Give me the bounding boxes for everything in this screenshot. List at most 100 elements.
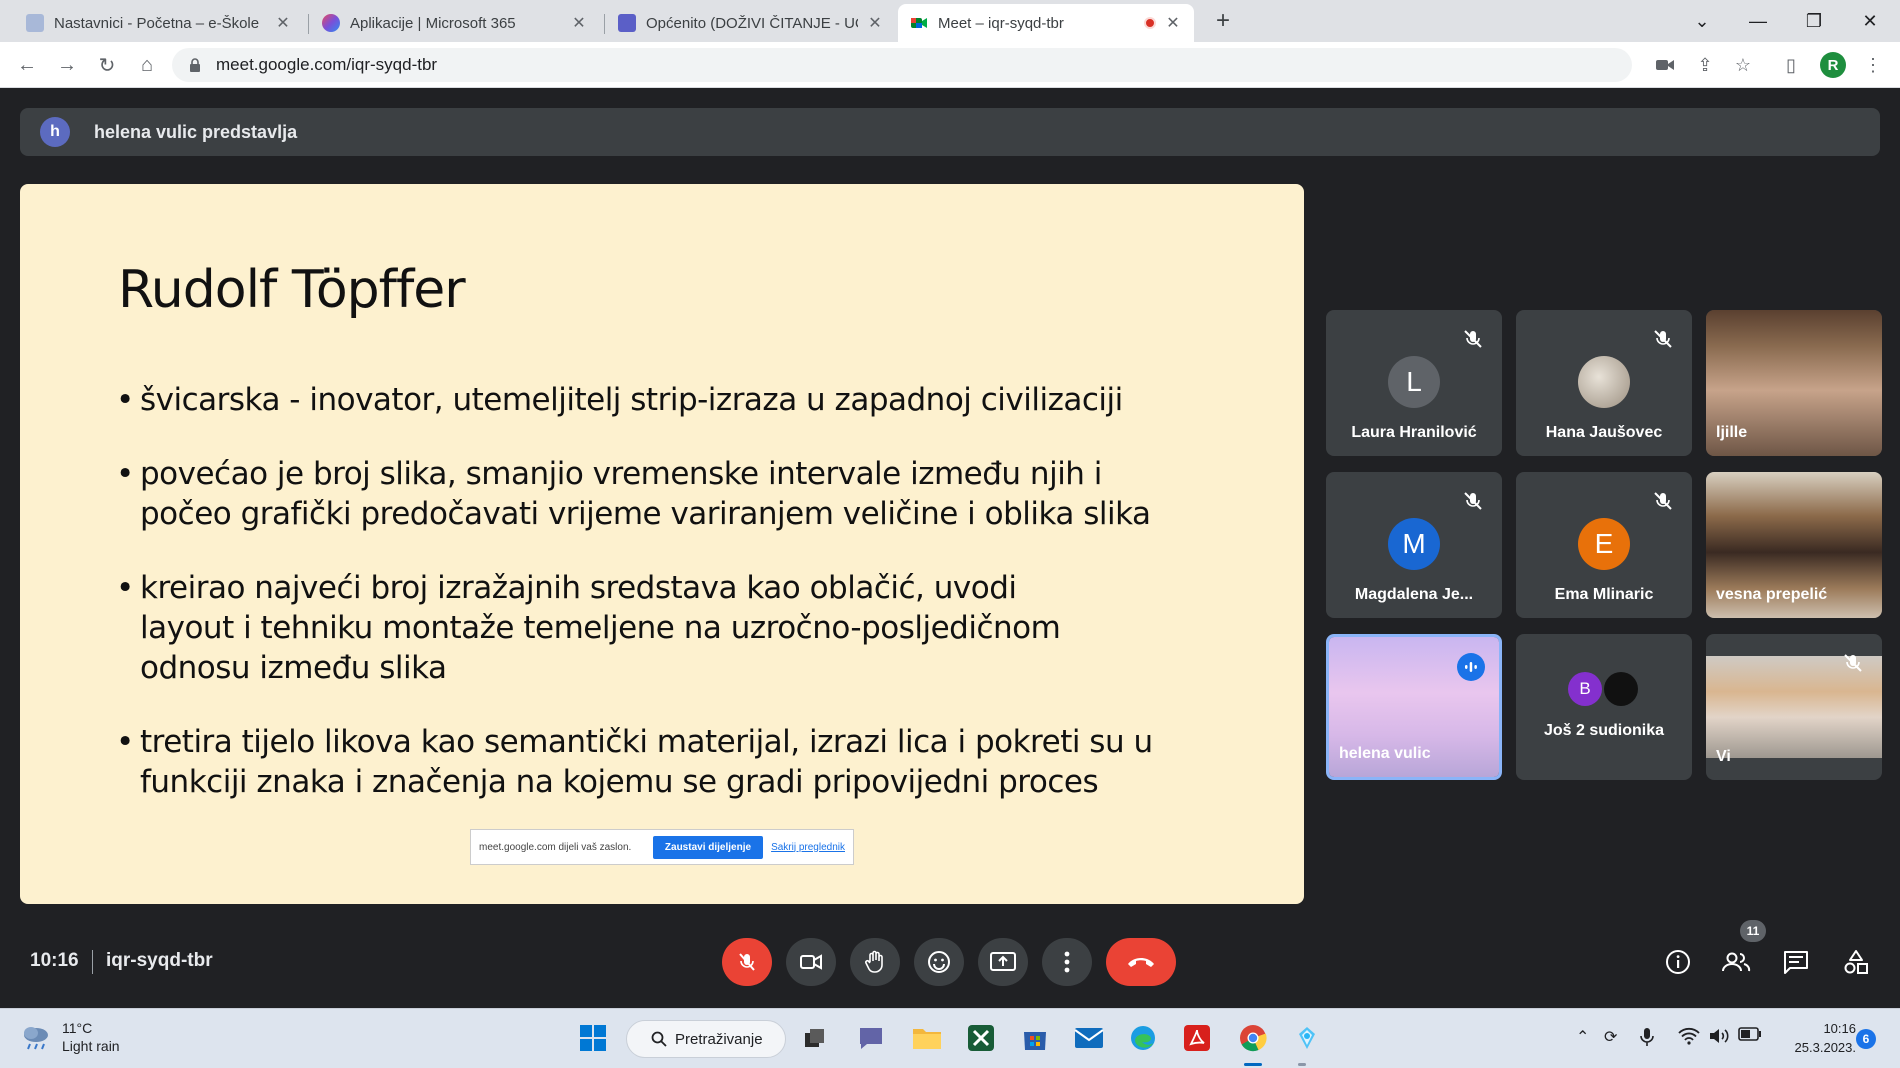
microphone-toggle-button[interactable] (722, 938, 772, 986)
start-button[interactable] (576, 1021, 610, 1055)
tab-title: Nastavnici - Početna – e-Škole (54, 14, 260, 32)
activities-button[interactable] (1836, 942, 1876, 982)
participant-name: Ema Mlinaric (1554, 586, 1654, 603)
close-icon[interactable]: ✕ (274, 13, 292, 33)
presenter-label: helena vulic predstavlja (94, 121, 298, 142)
share-icon[interactable]: ⇪ (1692, 52, 1718, 78)
participant-name: vesna prepelić (1716, 586, 1828, 603)
participant-name: Laura Hranilović (1351, 424, 1477, 441)
reload-icon[interactable]: ↻ (92, 50, 122, 80)
file-explorer-icon[interactable] (910, 1021, 944, 1055)
rain-cloud-icon (24, 1027, 48, 1050)
microphone-tray-icon[interactable] (1640, 1027, 1654, 1052)
meeting-clock: 10:16 (30, 950, 79, 971)
window-close-icon[interactable]: ✕ (1842, 0, 1898, 42)
windows-logo-icon (580, 1025, 606, 1051)
slide-bullet: švicarska - inovator, utemeljitelj strip… (116, 380, 1156, 420)
raise-hand-button[interactable] (850, 938, 900, 986)
participant-tile[interactable]: vesna prepelić (1706, 472, 1882, 618)
hide-bar-link[interactable]: Sakrij preglednik (771, 842, 845, 853)
address-bar[interactable]: meet.google.com/iqr-syqd-tbr (172, 48, 1632, 82)
tray-overflow-icon[interactable]: ⌃ (1576, 1027, 1589, 1047)
present-icon (990, 952, 1016, 971)
people-button[interactable] (1716, 942, 1756, 982)
close-icon[interactable]: ✕ (570, 13, 588, 33)
new-tab-button[interactable]: + (1208, 6, 1238, 36)
meeting-details-button[interactable] (1658, 942, 1698, 982)
participant-count-badge: 11 (1740, 920, 1766, 942)
spreadsheet-app-icon[interactable] (964, 1021, 998, 1055)
meet-controls-bar: 10:16 iqr-syqd-tbr 11 (0, 920, 1900, 1008)
edge-browser-icon[interactable] (1126, 1021, 1160, 1055)
stop-sharing-button[interactable]: Zaustavi dijeljenje (652, 835, 764, 859)
participant-tile-overflow[interactable]: B Još 2 sudionika (1516, 634, 1692, 780)
bookmark-star-icon[interactable]: ☆ (1730, 52, 1756, 78)
presenter-banner: h helena vulic predstavlja (20, 108, 1880, 156)
notification-count-badge[interactable]: 6 (1856, 1029, 1876, 1049)
wifi-icon[interactable] (1678, 1027, 1700, 1050)
mail-icon[interactable] (1072, 1021, 1106, 1055)
taskbar-search[interactable]: Pretraživanje (626, 1020, 786, 1058)
reactions-button[interactable] (914, 938, 964, 986)
browser-menu-icon[interactable]: ⋮ (1860, 52, 1886, 78)
close-icon[interactable]: ✕ (1164, 13, 1182, 33)
taskbar-clock[interactable]: 10:16 25.3.2023. (1776, 1019, 1856, 1057)
camera-toggle-button[interactable] (786, 938, 836, 986)
participant-tile[interactable]: M Magdalena Je... (1326, 472, 1502, 618)
tab-meet[interactable]: Meet – iqr-syqd-tbr ✕ (898, 4, 1194, 42)
chat-button[interactable] (1776, 942, 1816, 982)
teams-chat-icon[interactable] (854, 1021, 888, 1055)
more-options-button[interactable] (1042, 938, 1092, 986)
chrome-icon[interactable] (1236, 1021, 1270, 1055)
participant-tile[interactable]: E Ema Mlinaric (1516, 472, 1692, 618)
tab-teams[interactable]: Općenito (DOŽIVI ČITANJE - UČE ✕ (606, 4, 896, 42)
battery-icon[interactable] (1738, 1027, 1762, 1046)
participant-tile[interactable]: L Laura Hranilović (1326, 310, 1502, 456)
slide-bullets: švicarska - inovator, utemeljitelj strip… (116, 380, 1256, 836)
active-app-indicator (1244, 1063, 1262, 1066)
participant-tile[interactable]: Hana Jaušovec (1516, 310, 1692, 456)
participant-tile[interactable]: ljille (1706, 310, 1882, 456)
profile-avatar[interactable]: R (1820, 52, 1846, 78)
weather-description: Light rain (62, 1038, 120, 1054)
present-screen-button[interactable] (978, 938, 1028, 986)
tab-microsoft365[interactable]: Aplikacije | Microsoft 365 ✕ (310, 4, 600, 42)
minimize-icon[interactable]: — (1730, 0, 1786, 42)
camera-icon (800, 954, 822, 970)
restore-icon[interactable]: ❐ (1786, 0, 1842, 42)
teams-favicon-icon (618, 14, 636, 32)
participant-tile-active-speaker[interactable]: helena vulic (1326, 634, 1502, 780)
sync-icon[interactable]: ⟳ (1604, 1027, 1617, 1047)
people-icon (1722, 952, 1751, 972)
side-panel-icon[interactable]: ▯ (1778, 52, 1804, 78)
emoji-icon (928, 951, 950, 973)
participant-photo-avatar (1578, 356, 1630, 408)
participant-tile-self[interactable]: Vi (1706, 634, 1882, 780)
mic-off-icon (1464, 492, 1482, 510)
task-view-icon[interactable] (798, 1021, 832, 1055)
home-icon[interactable]: ⌂ (132, 50, 162, 80)
tab-search-icon[interactable]: ⌄ (1674, 0, 1730, 42)
close-icon[interactable]: ✕ (866, 13, 884, 33)
more-vert-icon (1064, 951, 1070, 973)
tab-eskole[interactable]: Nastavnici - Početna – e-Škole ✕ (14, 4, 304, 42)
forward-icon[interactable]: → (52, 50, 82, 80)
microsoft-store-icon[interactable] (1018, 1021, 1052, 1055)
shared-screen-slide: Rudolf Töpffer švicarska - inovator, ute… (20, 184, 1304, 904)
screen-share-notice: meet.google.com dijeli vaš zaslon. Zaust… (470, 829, 854, 865)
presenter-avatar: h (40, 117, 70, 147)
info-icon (1666, 950, 1690, 974)
tab-separator (308, 14, 309, 34)
mic-off-icon (1654, 492, 1672, 510)
participant-name: Hana Jaušovec (1545, 424, 1663, 441)
back-icon[interactable]: ← (12, 50, 42, 80)
meet-app-icon[interactable] (1290, 1021, 1324, 1055)
leave-call-button[interactable] (1106, 938, 1176, 986)
camera-in-use-icon[interactable] (1652, 52, 1678, 78)
weather-widget[interactable]: 11°C Light rain (20, 1019, 120, 1055)
hand-icon (865, 950, 883, 973)
tab-separator (604, 14, 605, 34)
volume-icon[interactable] (1708, 1027, 1730, 1050)
acrobat-icon[interactable] (1180, 1021, 1214, 1055)
browser-toolbar: ← → ↻ ⌂ meet.google.com/iqr-syqd-tbr ⇪ ☆… (0, 42, 1900, 88)
